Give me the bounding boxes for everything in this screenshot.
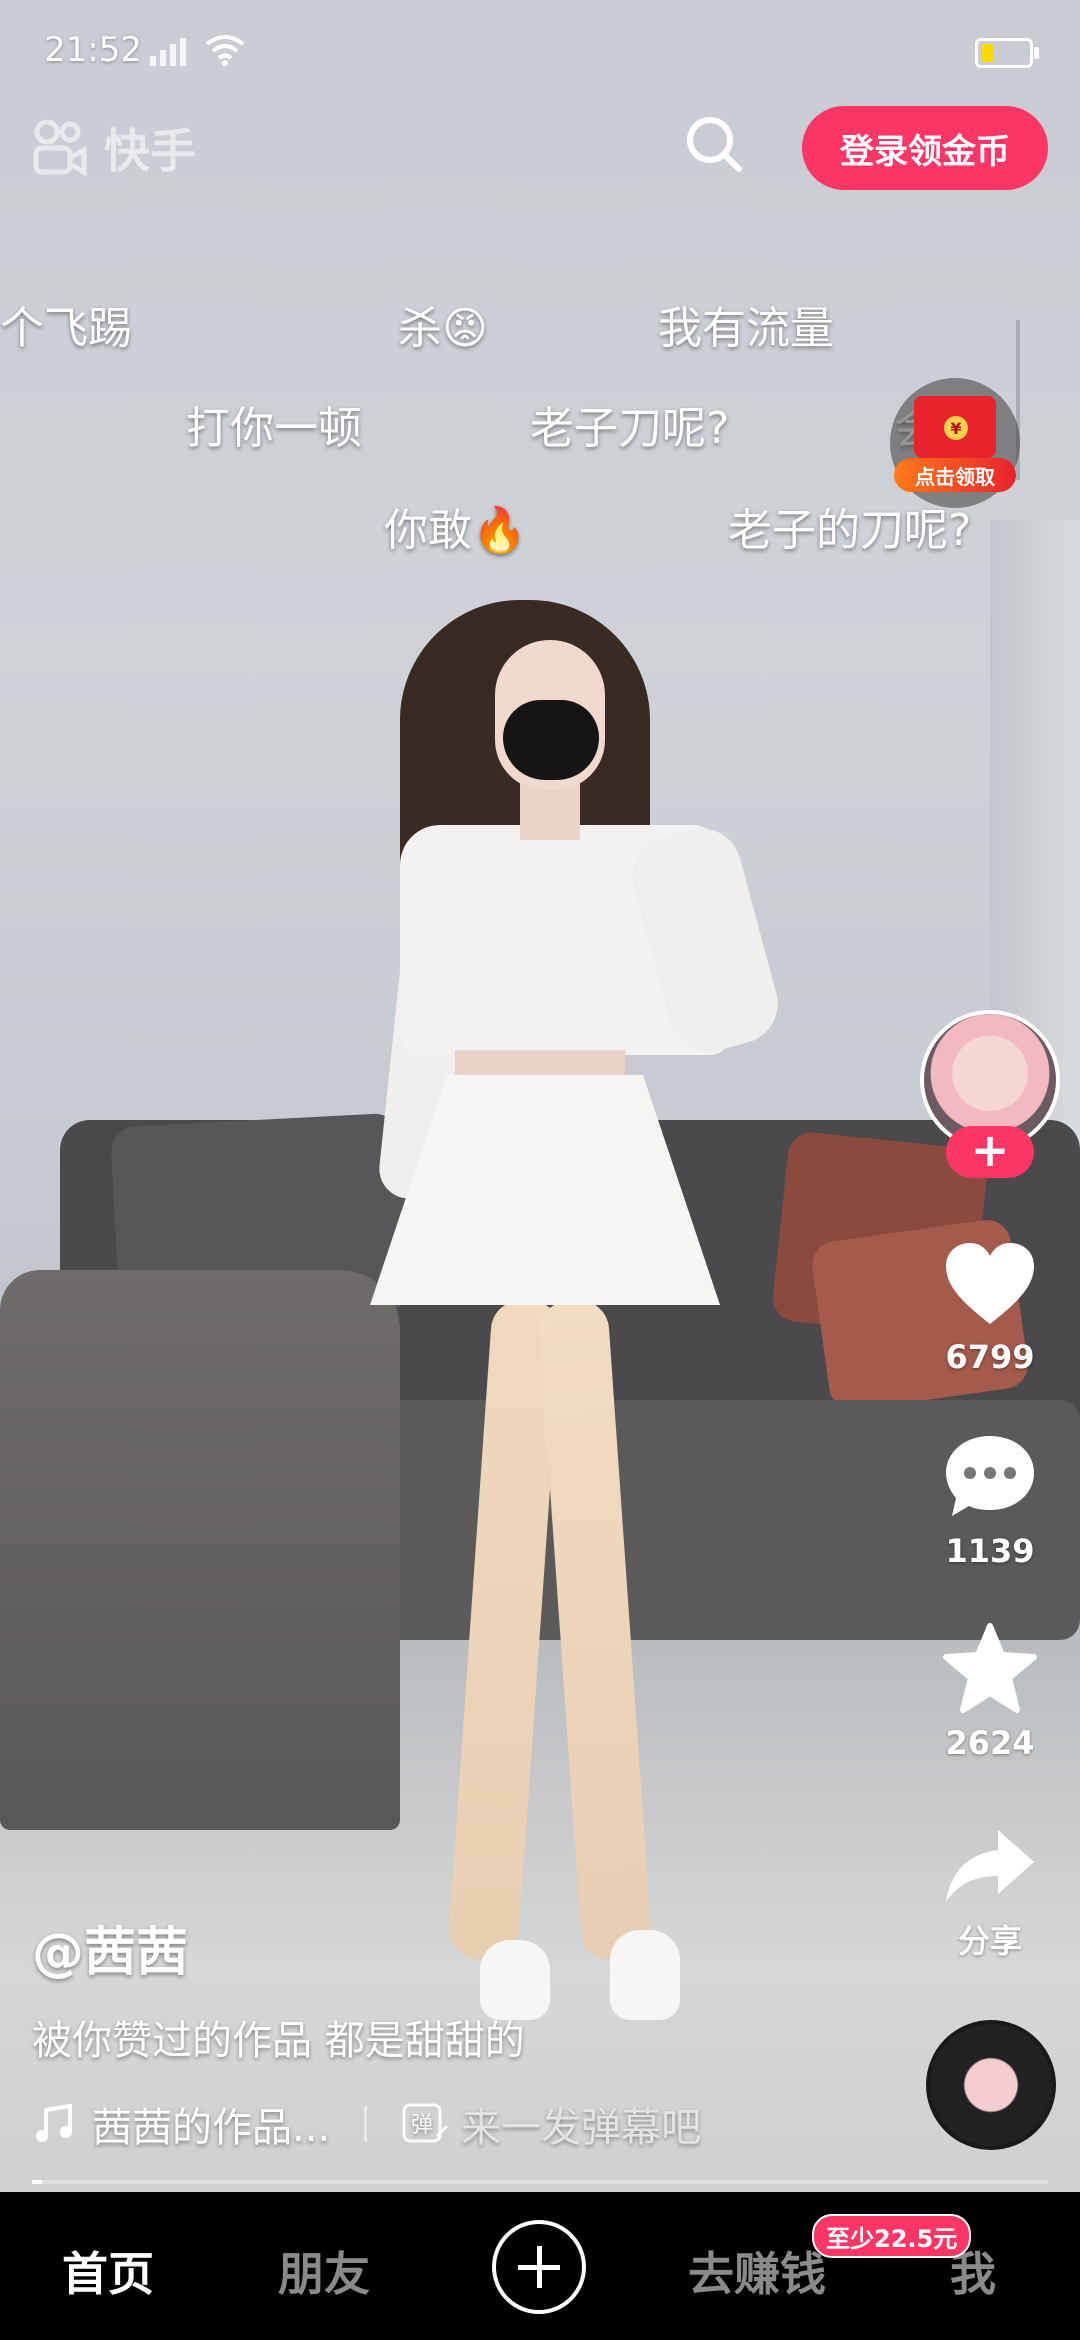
login-earn-coins-button[interactable]: 登录领金币 — [802, 106, 1048, 190]
music-disc[interactable] — [926, 2020, 1056, 2150]
like-count: 6799 — [945, 1338, 1035, 1376]
app-logo: 快手 — [30, 115, 196, 181]
person-mask — [503, 700, 599, 780]
wifi-icon — [205, 35, 245, 66]
video-screen: 21:52 快手 登录领金币 个飞踢 杀😡 我有流量 打你一顿 老子刀呢? 你敢… — [0, 0, 1080, 2340]
follow-button[interactable]: + — [946, 1126, 1034, 1178]
earn-badge: 至少22.5元 — [812, 2214, 972, 2258]
create-post-button[interactable] — [492, 2220, 586, 2314]
music-title[interactable]: 茜茜的作品... — [92, 2095, 330, 2153]
danmaku-icon: 弹 — [402, 2103, 449, 2143]
comment-icon — [946, 1436, 1034, 1516]
danmaku-comment: 老子刀呢? — [530, 403, 730, 454]
star-icon — [943, 1623, 1037, 1713]
share-icon — [946, 1830, 1034, 1902]
status-bar: 21:52 — [0, 0, 1080, 100]
video-caption: 被你赞过的作品 都是甜甜的 — [32, 2018, 525, 2064]
kuaishou-logo-icon — [33, 119, 87, 177]
favorite-button[interactable]: 2624 — [930, 1622, 1050, 1762]
favorite-count: 2624 — [945, 1724, 1035, 1762]
search-icon — [687, 117, 742, 172]
danmaku-input[interactable]: 弹 来一发弹幕吧 — [401, 2095, 701, 2153]
heart-icon — [946, 1243, 1034, 1324]
video-progress-bar[interactable] — [32, 2180, 1048, 2184]
comment-count: 1139 — [945, 1532, 1035, 1570]
app-name: 快手 — [104, 124, 196, 178]
battery-icon — [975, 38, 1039, 68]
danmaku-comment: 我有流量 — [658, 303, 834, 354]
tab-friends[interactable]: 朋友 — [278, 2238, 370, 2304]
coin-icon: ¥ — [944, 416, 968, 440]
chandelier — [1016, 320, 1080, 480]
status-time: 21:52 — [44, 30, 142, 70]
tab-home[interactable]: 首页 — [62, 2238, 154, 2304]
search-button[interactable] — [684, 114, 744, 174]
comment-button[interactable]: 1139 — [930, 1432, 1050, 1570]
divider — [364, 2106, 368, 2142]
danmaku-comment: 打你一顿 — [186, 403, 362, 454]
like-button[interactable]: 6799 — [930, 1240, 1050, 1376]
tab-earn[interactable]: 去赚钱 — [688, 2238, 826, 2304]
video-player[interactable] — [0, 0, 1080, 2192]
sofa-arm — [0, 1270, 400, 1830]
danmaku-icon-char: 弹 — [411, 2113, 433, 2138]
danmaku-placeholder: 来一发弹幕吧 — [461, 2105, 702, 2151]
music-note-icon — [36, 2103, 72, 2142]
red-packet-label: 点击领取 — [894, 458, 1016, 492]
person-shoe — [610, 1930, 680, 2020]
share-button[interactable]: 分享 — [930, 1826, 1050, 1962]
signal-icon — [150, 38, 186, 66]
danmaku-comment: 你敢🔥 — [384, 505, 527, 556]
progress-fill — [32, 2180, 43, 2184]
author-name[interactable]: @茜茜 — [32, 1910, 188, 1985]
music-row: 茜茜的作品... 弹 来一发弹幕吧 — [32, 2095, 701, 2153]
red-packet-button[interactable]: ¥ 点击领取 — [890, 378, 1020, 508]
danmaku-comment: 个飞踢 — [0, 303, 132, 354]
danmaku-comment: 杀😡 — [398, 303, 488, 354]
share-label: 分享 — [957, 1922, 1022, 1960]
red-envelope-icon: ¥ — [914, 396, 996, 458]
